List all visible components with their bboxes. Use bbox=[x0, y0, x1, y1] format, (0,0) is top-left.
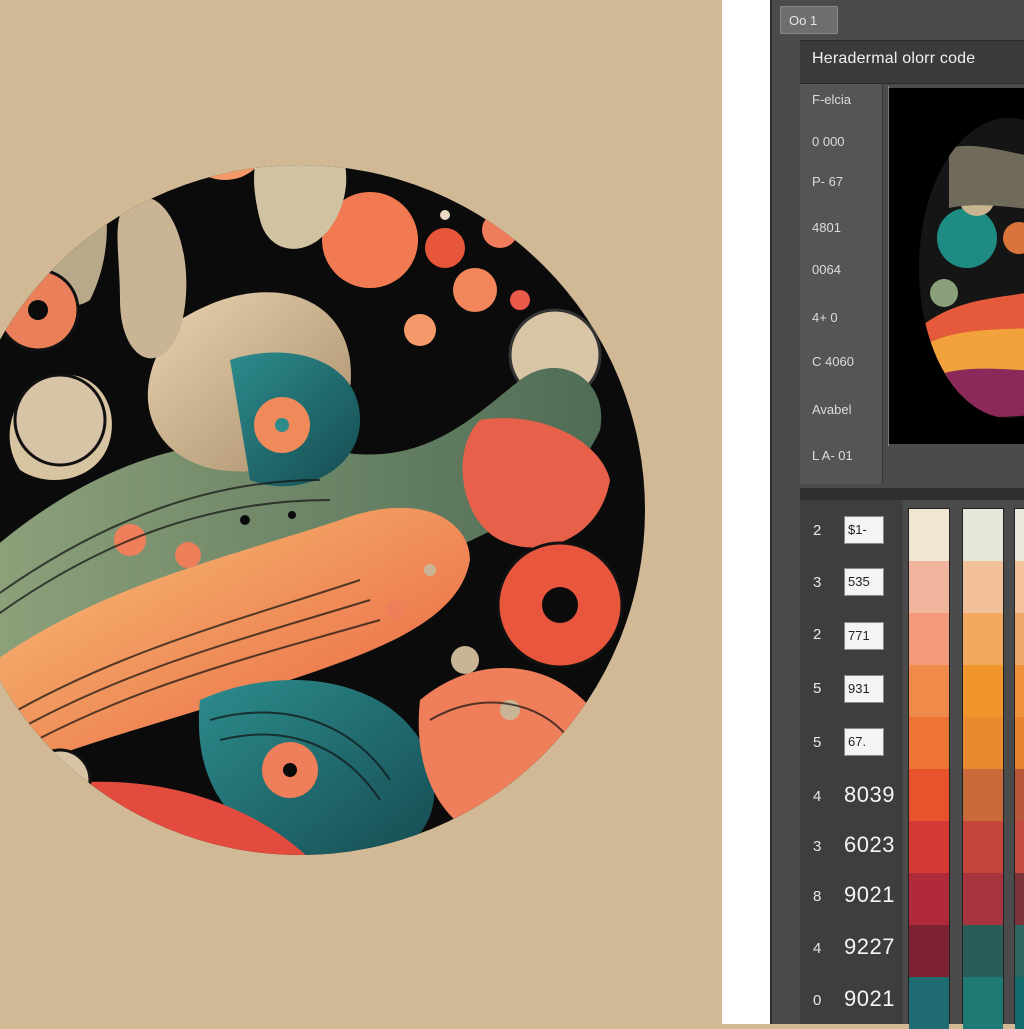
code-list-item[interactable]: 4801 bbox=[812, 220, 841, 235]
color-swatch[interactable] bbox=[909, 665, 949, 717]
swatch-row-index: 5 bbox=[813, 680, 822, 697]
color-swatch[interactable] bbox=[1015, 613, 1024, 665]
swatch-row-index: 2 bbox=[813, 626, 822, 643]
color-swatch[interactable] bbox=[1015, 821, 1024, 873]
swatch-row-index: 3 bbox=[813, 574, 822, 591]
code-list-item[interactable]: 0 000 bbox=[812, 134, 845, 149]
color-swatch[interactable] bbox=[963, 977, 1003, 1029]
swatch-row-index: 0 bbox=[813, 992, 822, 1009]
swatch-code-input[interactable]: 931 bbox=[844, 675, 884, 703]
color-swatch[interactable] bbox=[909, 561, 949, 613]
swatch-row-index: 4 bbox=[813, 788, 822, 805]
color-swatch[interactable] bbox=[963, 925, 1003, 977]
panel-tab[interactable]: Oo 1 bbox=[780, 6, 838, 34]
swatch-row-index: 5 bbox=[813, 734, 822, 751]
swatch-code-input[interactable]: $1- bbox=[844, 516, 884, 544]
swatch-row-index: 4 bbox=[813, 940, 822, 957]
color-swatch[interactable] bbox=[963, 561, 1003, 613]
panel-separator bbox=[800, 488, 1024, 500]
color-swatch[interactable] bbox=[1015, 665, 1024, 717]
panel-title: Heradermal olorr code bbox=[812, 50, 976, 67]
code-list-item[interactable]: P- 67 bbox=[812, 174, 843, 189]
swatch-row-index: 3 bbox=[813, 838, 822, 855]
swatch-column bbox=[908, 508, 950, 1029]
color-swatch[interactable] bbox=[963, 613, 1003, 665]
color-swatch[interactable] bbox=[909, 977, 949, 1029]
swatch-code-value: 6023 bbox=[844, 832, 895, 857]
color-swatch[interactable] bbox=[963, 769, 1003, 821]
swatch-column bbox=[1014, 508, 1024, 1029]
color-swatch[interactable] bbox=[963, 665, 1003, 717]
color-swatch[interactable] bbox=[1015, 925, 1024, 977]
swatch-row-index: 8 bbox=[813, 888, 822, 905]
color-swatch[interactable] bbox=[909, 769, 949, 821]
color-swatch[interactable] bbox=[1015, 509, 1024, 561]
color-swatch[interactable] bbox=[909, 717, 949, 769]
color-swatch[interactable] bbox=[1015, 873, 1024, 925]
swatch-code-value: 9021 bbox=[844, 882, 895, 907]
color-swatch[interactable] bbox=[963, 821, 1003, 873]
preview-thumbnail bbox=[919, 118, 1024, 418]
color-swatch[interactable] bbox=[1015, 977, 1024, 1029]
color-swatch[interactable] bbox=[909, 925, 949, 977]
code-list-item[interactable]: 0064 bbox=[812, 262, 841, 277]
divider-gap bbox=[722, 0, 770, 1024]
image-preview bbox=[888, 88, 1024, 444]
artwork-illustration bbox=[0, 165, 645, 855]
artwork-canvas bbox=[0, 0, 722, 1024]
code-list-item[interactable]: C 4060 bbox=[812, 354, 854, 369]
color-swatch[interactable] bbox=[909, 821, 949, 873]
code-list-item[interactable]: Avabel bbox=[812, 402, 852, 417]
color-swatch[interactable] bbox=[1015, 717, 1024, 769]
swatch-column bbox=[962, 508, 1004, 1029]
color-swatch[interactable] bbox=[909, 873, 949, 925]
color-swatch[interactable] bbox=[963, 717, 1003, 769]
swatch-row-index: 2 bbox=[813, 522, 822, 539]
color-swatch[interactable] bbox=[1015, 561, 1024, 613]
code-list-item[interactable]: F-elcia bbox=[812, 92, 851, 107]
swatch-code-value: 8039 bbox=[844, 782, 895, 807]
code-list-item[interactable]: L A- 01 bbox=[812, 448, 853, 463]
swatch-code-input[interactable]: 771 bbox=[844, 622, 884, 650]
swatch-code-value: 9227 bbox=[844, 934, 895, 959]
color-swatch[interactable] bbox=[909, 613, 949, 665]
swatch-code-value: 9021 bbox=[844, 986, 895, 1011]
color-swatch[interactable] bbox=[1015, 769, 1024, 821]
swatch-code-input[interactable]: 535 bbox=[844, 568, 884, 596]
color-swatch[interactable] bbox=[963, 873, 1003, 925]
swatch-code-input[interactable]: 67. bbox=[844, 728, 884, 756]
color-swatch[interactable] bbox=[963, 509, 1003, 561]
code-list-item[interactable]: 4+ 0 bbox=[812, 310, 838, 325]
color-swatch[interactable] bbox=[909, 509, 949, 561]
